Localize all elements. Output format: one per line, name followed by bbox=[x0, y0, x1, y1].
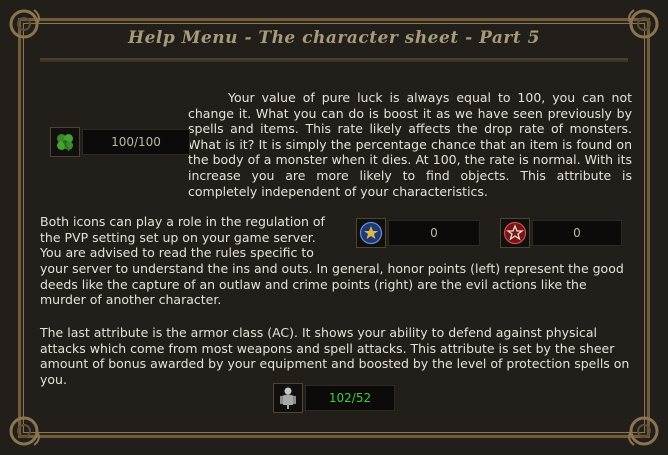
four-leaf-clover-icon bbox=[50, 127, 80, 157]
help-window: Help Menu - The character sheet - Part 5… bbox=[0, 0, 668, 455]
crime-stat: 0 bbox=[500, 218, 622, 248]
honor-star-icon bbox=[356, 218, 386, 248]
crime-value: 0 bbox=[532, 220, 622, 246]
armor-value: 102/52 bbox=[305, 385, 395, 411]
honor-stat: 0 bbox=[356, 218, 480, 248]
pvp-description-rest: your server to understand the ins and ou… bbox=[40, 261, 624, 308]
luck-description-text: Your value of pure luck is always equal … bbox=[188, 90, 632, 199]
corner-ornament-icon bbox=[622, 409, 666, 453]
luck-value: 100/100 bbox=[82, 129, 190, 155]
crime-pentagram-icon bbox=[500, 218, 530, 248]
corner-ornament-icon bbox=[622, 2, 666, 46]
pvp-description-intro: Both icons can play a role in the regula… bbox=[40, 214, 325, 261]
armor-knight-icon bbox=[273, 383, 303, 413]
armor-description: The last attribute is the armor class (A… bbox=[40, 325, 630, 387]
corner-ornament-icon bbox=[2, 409, 46, 453]
honor-value: 0 bbox=[388, 220, 480, 246]
luck-description: Your value of pure luck is always equal … bbox=[188, 90, 632, 199]
luck-stat: 100/100 bbox=[50, 127, 190, 157]
title-divider bbox=[40, 58, 628, 60]
window-title: Help Menu - The character sheet - Part 5 bbox=[128, 28, 540, 48]
armor-stat: 102/52 bbox=[273, 383, 395, 413]
title-bar: Help Menu - The character sheet - Part 5 bbox=[40, 22, 628, 62]
